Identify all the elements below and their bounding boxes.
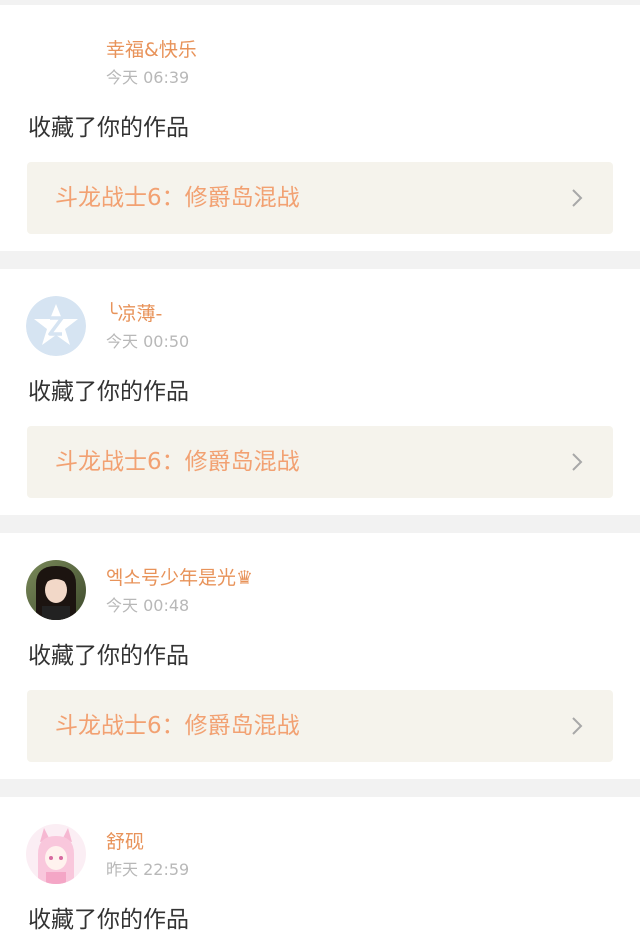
timestamp: 今天 00:48: [106, 596, 190, 615]
username[interactable]: 舒砚: [106, 830, 144, 854]
notification-card: ╰凉薄- 今天 00:50 收藏了你的作品 斗龙战士6：修爵岛混战: [0, 269, 640, 515]
username[interactable]: 엑소号少年是光♛: [106, 566, 253, 590]
work-link[interactable]: 斗龙战士6：修爵岛混战: [27, 162, 613, 234]
user-photo-icon: [26, 560, 86, 620]
notification-card: 舒砚 昨天 22:59 收藏了你的作品: [0, 797, 640, 944]
username[interactable]: ╰凉薄-: [106, 302, 162, 326]
timestamp: 昨天 22:59: [106, 860, 190, 879]
work-title: 斗龙战士6：修爵岛混战: [55, 185, 300, 211]
avatar[interactable]: [26, 824, 86, 884]
work-title: 斗龙战士6：修爵岛混战: [55, 449, 300, 475]
timestamp: 今天 06:39: [106, 68, 190, 87]
qzone-avatar-icon: [26, 296, 86, 356]
work-link[interactable]: 斗龙战士6：修爵岛混战: [27, 426, 613, 498]
work-link[interactable]: 斗龙战士6：修爵岛混战: [27, 690, 613, 762]
timestamp: 今天 00:50: [106, 332, 190, 351]
avatar[interactable]: [26, 296, 86, 356]
notification-card: 幸福&快乐 今天 06:39 收藏了你的作品 斗龙战士6：修爵岛混战: [0, 5, 640, 251]
avatar[interactable]: [26, 560, 86, 620]
action-text: 收藏了你的作品: [28, 115, 189, 141]
username[interactable]: 幸福&快乐: [106, 38, 197, 62]
anime-avatar-icon: [26, 824, 86, 884]
work-title: 斗龙战士6：修爵岛混战: [55, 713, 300, 739]
chevron-right-icon: [572, 453, 583, 471]
chevron-right-icon: [572, 717, 583, 735]
action-text: 收藏了你的作品: [28, 907, 189, 933]
action-text: 收藏了你的作品: [28, 379, 189, 405]
action-text: 收藏了你的作品: [28, 643, 189, 669]
chevron-right-icon: [572, 189, 583, 207]
notification-card: 엑소号少年是光♛ 今天 00:48 收藏了你的作品 斗龙战士6：修爵岛混战: [0, 533, 640, 779]
